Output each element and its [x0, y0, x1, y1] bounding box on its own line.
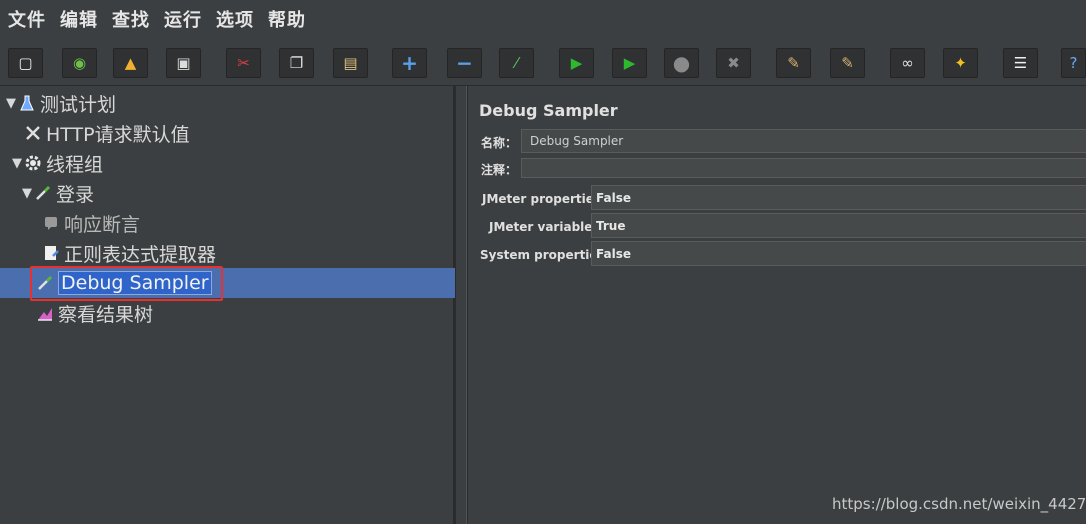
tree-item-label: 响应断言: [64, 213, 141, 236]
start-button[interactable]: ▶: [559, 48, 594, 78]
gear-icon: [25, 155, 41, 171]
tree-item-regex-extractor[interactable]: 正则表达式提取器: [42, 238, 216, 268]
collapse-button[interactable]: −: [447, 48, 482, 78]
config-element-icon: [26, 126, 40, 140]
assertion-icon: [45, 217, 57, 230]
comment-field[interactable]: [521, 158, 1086, 178]
copy-button[interactable]: ❐: [279, 48, 314, 78]
templates-button[interactable]: ◉: [62, 48, 97, 78]
function-helper-icon: ☰: [1013, 53, 1028, 72]
tree-item-thread-group[interactable]: ▼ 线程组: [12, 148, 103, 178]
tree-item-test-plan[interactable]: ▼ 测试计划: [6, 88, 116, 118]
save-icon: ▣: [176, 53, 191, 72]
expand-arrow-icon[interactable]: ▼: [12, 156, 24, 171]
reset-search-button[interactable]: ✦: [943, 48, 978, 78]
search-icon: ∞: [901, 53, 914, 72]
start-icon: ▶: [570, 53, 583, 72]
menu-bar: 文件 编辑 查找 运行 选项 帮助: [0, 0, 1086, 38]
comment-label: 注释：: [481, 163, 518, 177]
clear-button[interactable]: ✎: [776, 48, 811, 78]
sampler-pipette-icon: [36, 185, 51, 200]
new-icon: ▢: [18, 53, 33, 72]
watermark-text: https://blog.csdn.net/weixin_44275820: [832, 495, 1086, 513]
system-properties-select[interactable]: False: [591, 241, 1086, 266]
panel-title: Debug Sampler: [479, 101, 618, 120]
clear-icon: ✎: [787, 53, 800, 72]
help-icon: ?: [1069, 53, 1078, 72]
menu-search[interactable]: 查找: [112, 6, 150, 32]
toggle-icon: ⁄: [515, 53, 518, 72]
help-button[interactable]: ?: [1061, 48, 1086, 78]
expand-button[interactable]: +: [392, 48, 427, 78]
menu-options[interactable]: 选项: [216, 6, 254, 32]
name-label: 名称：: [481, 136, 518, 150]
expand-arrow-icon[interactable]: ▼: [6, 96, 18, 111]
jmeter-variables-label: JMeter variables:: [489, 220, 605, 234]
jmeter-properties-select[interactable]: False: [591, 185, 1086, 210]
start-no-pause-icon: ▶: [623, 53, 636, 72]
templates-icon: ◉: [72, 53, 87, 72]
reset-search-icon: ✦: [954, 53, 967, 72]
menu-help[interactable]: 帮助: [268, 6, 306, 32]
tree-item-label: 正则表达式提取器: [64, 243, 217, 266]
tree-item-http-defaults[interactable]: HTTP请求默认值: [24, 118, 190, 148]
extractor-icon: [45, 246, 59, 260]
menu-run[interactable]: 运行: [164, 6, 202, 32]
jmeter-properties-label: JMeter properties:: [482, 192, 606, 206]
listener-chart-icon: [38, 308, 52, 321]
shutdown-button[interactable]: ✖: [716, 48, 751, 78]
collapse-icon: −: [456, 51, 473, 75]
tree-item-label: 测试计划: [40, 93, 117, 116]
clear-all-icon: ✎: [841, 53, 854, 72]
stop-button[interactable]: ●: [664, 48, 699, 78]
open-button[interactable]: ▲: [113, 48, 148, 78]
tree-item-label: 线程组: [46, 153, 104, 176]
menu-file[interactable]: 文件: [8, 6, 46, 32]
open-icon: ▲: [124, 53, 137, 72]
tree-item-response-assertion[interactable]: 响应断言: [42, 208, 140, 238]
paste-button[interactable]: ▤: [333, 48, 368, 78]
test-plan-icon: [20, 95, 34, 111]
clear-all-button[interactable]: ✎: [830, 48, 865, 78]
new-button[interactable]: ▢: [8, 48, 43, 78]
start-no-pause-button[interactable]: ▶: [612, 48, 647, 78]
search-button[interactable]: ∞: [890, 48, 925, 78]
paste-icon: ▤: [343, 53, 358, 72]
menu-edit[interactable]: 编辑: [60, 6, 98, 32]
tree-item-label: 登录: [56, 183, 95, 206]
shutdown-icon: ✖: [727, 53, 740, 72]
tree-item-label: 察看结果树: [58, 303, 154, 326]
split-pane-divider[interactable]: [455, 86, 467, 524]
tree-item-label: HTTP请求默认值: [46, 123, 190, 146]
function-helper-button[interactable]: ☰: [1003, 48, 1038, 78]
element-detail-panel: Debug Sampler 名称： Debug Sampler 注释： JMet…: [467, 86, 1086, 524]
expand-arrow-icon[interactable]: ▼: [22, 186, 34, 201]
toggle-button[interactable]: ⁄: [499, 48, 534, 78]
tree-item-login[interactable]: ▼ 登录: [22, 178, 94, 208]
expand-icon: +: [401, 51, 418, 75]
highlight-annotation-box: [30, 266, 223, 301]
copy-icon: ❐: [289, 53, 304, 72]
toolbar: ▢ ◉ ▲ ▣ ✂ ❐ ▤ + − ⁄ ▶ ▶ ● ✖ ✎ ✎ ∞ ✦ ☰ ?: [0, 38, 1086, 86]
cut-button[interactable]: ✂: [226, 48, 261, 78]
test-plan-tree: ▼ 测试计划 HTTP请求默认值 ▼ 线程组 ▼ 登录 响应断言 正则表达式提取…: [0, 86, 455, 524]
cut-icon: ✂: [237, 53, 250, 72]
stop-icon: ●: [672, 51, 691, 75]
name-field[interactable]: Debug Sampler: [521, 129, 1086, 153]
save-button[interactable]: ▣: [166, 48, 201, 78]
jmeter-variables-select[interactable]: True: [591, 213, 1086, 238]
tree-item-view-results-tree[interactable]: 察看结果树: [36, 298, 153, 328]
